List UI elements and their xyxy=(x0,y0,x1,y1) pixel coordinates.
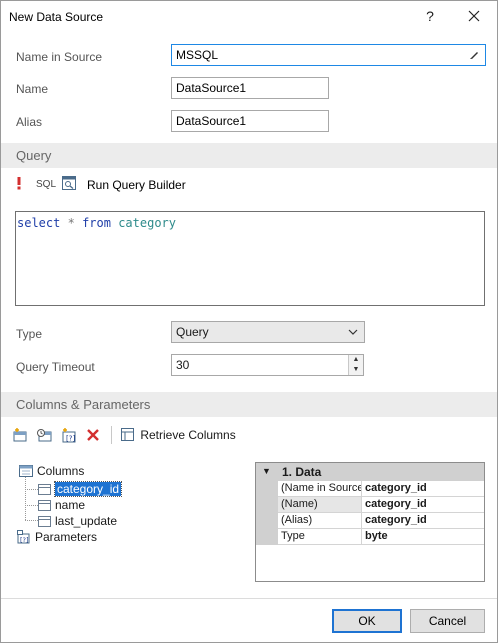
add-calculated-column-button[interactable] xyxy=(36,427,52,446)
calculated-column-icon xyxy=(37,429,52,442)
tree-item-last-update[interactable]: last_update xyxy=(38,513,117,529)
columns-section-header: Columns & Parameters xyxy=(1,392,497,417)
row-gutter xyxy=(256,529,278,545)
chevron-down-icon xyxy=(348,329,358,335)
retrieve-columns-icon xyxy=(121,428,134,441)
property-key: (Name in Source xyxy=(278,481,362,497)
stepper-buttons: ▲ ▼ xyxy=(348,355,363,375)
tree-connector xyxy=(25,505,38,506)
property-grid[interactable]: ▼ 1. Data (Name in Source category_id (N… xyxy=(255,462,485,582)
property-key: Type xyxy=(278,529,362,545)
sql-toggle[interactable]: SQL xyxy=(36,179,56,190)
column-icon xyxy=(38,515,51,527)
alias-value: DataSource1 xyxy=(176,114,247,128)
name-value: DataSource1 xyxy=(176,81,247,95)
property-group-title: 1. Data xyxy=(282,465,322,479)
sql-operator: * xyxy=(67,216,75,230)
property-value[interactable]: byte xyxy=(362,529,484,545)
close-button[interactable] xyxy=(461,5,487,27)
property-value[interactable]: category_id xyxy=(362,497,484,513)
tree-node-label: Parameters xyxy=(35,530,98,544)
name-field[interactable]: DataSource1 xyxy=(171,77,329,99)
svg-text:[?]: [?] xyxy=(20,536,29,544)
column-icon xyxy=(38,483,51,495)
delete-x-icon xyxy=(87,429,99,441)
parameters-icon: [?] xyxy=(17,530,30,544)
property-key: (Name) xyxy=(278,497,362,513)
delete-button[interactable] xyxy=(86,428,100,445)
collapse-arrow-icon[interactable]: ▼ xyxy=(262,466,271,476)
sql-table-name: category xyxy=(118,216,176,230)
tree-connector xyxy=(25,477,26,520)
title-bar: New Data Source ? xyxy=(1,1,497,33)
name-in-source-label: Name in Source xyxy=(16,50,103,64)
add-parameter-icon: [?] xyxy=(62,428,76,443)
toolbar-separator xyxy=(111,426,112,444)
property-row[interactable]: Type byte xyxy=(256,529,484,545)
add-column-icon xyxy=(13,428,27,442)
property-row[interactable]: (Alias) category_id xyxy=(256,513,484,529)
type-select[interactable]: Query xyxy=(171,321,365,343)
retrieve-columns-button[interactable]: Retrieve Columns xyxy=(121,428,236,442)
add-parameter-button[interactable]: [?] xyxy=(61,427,77,446)
sql-keyword-from: from xyxy=(82,216,111,230)
row-gutter xyxy=(256,481,278,497)
columns-tree[interactable]: Columns category_id name last_update [?]… xyxy=(15,461,245,581)
type-value: Query xyxy=(176,325,209,339)
property-value[interactable]: category_id xyxy=(362,513,484,529)
name-label: Name xyxy=(16,82,49,96)
dialog-title: New Data Source xyxy=(9,10,104,24)
name-in-source-value: MSSQL xyxy=(176,48,219,62)
property-value[interactable]: category_id xyxy=(362,481,484,497)
add-column-button[interactable] xyxy=(13,427,29,446)
retrieve-columns-label: Retrieve Columns xyxy=(140,428,236,442)
svg-text:[?]: [?] xyxy=(66,435,75,443)
tree-item-name[interactable]: name xyxy=(38,497,85,513)
tree-node-parameters[interactable]: [?] Parameters xyxy=(17,529,97,545)
query-timeout-stepper[interactable]: 30 ▲ ▼ xyxy=(171,354,364,376)
stepper-down-button[interactable]: ▼ xyxy=(349,365,363,375)
cancel-button[interactable]: Cancel xyxy=(410,609,485,633)
sql-editor[interactable]: select * from category xyxy=(15,211,485,306)
sql-keyword-select: select xyxy=(17,216,61,230)
query-section-title: Query xyxy=(16,148,52,163)
type-label: Type xyxy=(16,327,43,341)
query-builder-icon xyxy=(62,176,76,190)
query-builder-icon-button[interactable] xyxy=(62,176,76,193)
tree-item-category-id[interactable]: category_id xyxy=(38,481,123,497)
run-query-builder-button[interactable]: Run Query Builder xyxy=(87,178,186,192)
ok-button[interactable]: OK xyxy=(332,609,402,633)
stepper-up-button[interactable]: ▲ xyxy=(349,355,363,365)
alias-label: Alias xyxy=(16,115,43,129)
name-in-source-field[interactable]: MSSQL xyxy=(171,44,486,66)
query-timeout-label: Query Timeout xyxy=(16,360,95,374)
property-group-header[interactable]: ▼ 1. Data xyxy=(256,463,484,481)
columns-folder-icon xyxy=(19,465,33,477)
alias-field[interactable]: DataSource1 xyxy=(171,110,329,132)
help-button[interactable]: ? xyxy=(417,5,443,27)
columns-section-title: Columns & Parameters xyxy=(16,397,151,412)
tree-connector xyxy=(25,520,38,521)
edit-pencil-icon[interactable] xyxy=(469,49,480,60)
dialog-footer: OK Cancel xyxy=(1,598,497,642)
query-timeout-value: 30 xyxy=(176,358,190,372)
new-data-source-dialog: New Data Source ? Name in Source MSSQL N… xyxy=(0,0,498,643)
tree-item-label: category_id xyxy=(53,481,123,497)
row-gutter xyxy=(256,513,278,529)
tree-item-label: name xyxy=(55,498,86,512)
row-gutter xyxy=(256,497,278,513)
property-key: (Alias) xyxy=(278,513,362,529)
tree-connector xyxy=(25,489,38,490)
tree-node-columns[interactable]: Columns xyxy=(19,463,84,479)
exclamation-icon xyxy=(17,177,21,190)
column-icon xyxy=(38,499,51,511)
error-indicator[interactable] xyxy=(15,176,23,193)
property-row[interactable]: (Name) category_id xyxy=(256,497,484,513)
tree-node-label: Columns xyxy=(37,464,85,478)
property-row[interactable]: (Name in Source category_id xyxy=(256,481,484,497)
query-section-header: Query xyxy=(1,143,497,168)
close-icon xyxy=(468,10,480,22)
tree-item-label: last_update xyxy=(55,514,118,528)
